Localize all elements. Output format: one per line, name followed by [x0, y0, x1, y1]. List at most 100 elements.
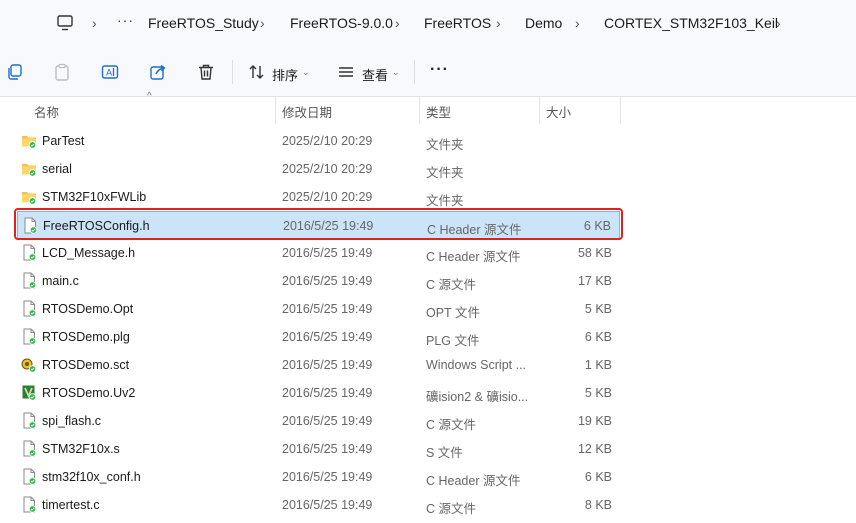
file-size: 5 KB — [584, 302, 612, 316]
file-row[interactable]: ParTest 2025/2/10 20:29 文件夹 — [17, 127, 620, 155]
file-type: PLG 文件 — [426, 334, 480, 348]
file-row[interactable]: RTOSDemo.sct 2016/5/25 19:49 Windows Scrip… — [17, 351, 620, 379]
this-pc-icon[interactable] — [56, 14, 74, 32]
file-row[interactable]: stm32f10x_conf.h 2016/5/25 19:49 C Header … — [17, 463, 620, 491]
chevron-right-icon[interactable]: › — [92, 15, 97, 31]
column-name[interactable]: 名称 — [34, 102, 59, 121]
chevron-right-icon[interactable]: › — [260, 15, 265, 31]
file-type: C 源文件 — [426, 278, 477, 292]
file-row[interactable]: RTOSDemo.Uv2 2016/5/25 19:49 礦ision2 & 礦is… — [17, 379, 620, 407]
column-size[interactable]: 大小 — [546, 102, 571, 121]
chevron-right-icon[interactable]: › — [496, 15, 501, 31]
file-row[interactable]: STM32F10xFWLib 2025/2/10 20:29 文件夹 — [17, 183, 620, 211]
file-row[interactable]: serial 2025/2/10 20:29 文件夹 — [17, 155, 620, 183]
file-name: stm32f10x_conf.h — [42, 470, 141, 484]
file-name: spi_flash.c — [42, 414, 102, 428]
file-name: LCD_Message.h — [42, 246, 136, 260]
command-bar: A 排序 ⌄ 查看 ⌄ ··· — [0, 47, 856, 97]
breadcrumb-item[interactable]: Demo — [525, 15, 562, 31]
file-type: OPT 文件 — [426, 306, 480, 320]
toolbar-divider — [232, 60, 233, 84]
sort-ascending-icon: ^ — [147, 91, 152, 102]
file-size: 12 KB — [577, 442, 612, 456]
file-date: 2016/5/25 19:49 — [282, 358, 373, 372]
file-date: 2016/5/25 19:49 — [282, 386, 373, 400]
more-options-button[interactable]: ··· — [430, 61, 449, 79]
column-divider[interactable] — [275, 97, 276, 124]
file-name: main.c — [42, 274, 79, 288]
file-row[interactable]: RTOSDemo.Opt 2016/5/25 19:49 OPT 文件 5 KB — [17, 295, 620, 323]
file-type: Windows Script ... — [426, 358, 527, 372]
rename-icon[interactable]: A — [101, 63, 119, 81]
file-date: 2016/5/25 19:49 — [282, 302, 373, 316]
file-name: RTOSDemo.plg — [42, 330, 130, 344]
sort-icon[interactable] — [248, 63, 266, 81]
file-type: C 源文件 — [426, 418, 477, 432]
breadcrumb-item[interactable]: FreeRTOS — [424, 15, 491, 31]
file-date: 2016/5/25 19:49 — [282, 274, 373, 288]
file-type: C Header 源文件 — [426, 474, 521, 488]
view-button[interactable]: 查看 — [362, 65, 388, 84]
file-name: RTOSDemo.Opt — [42, 302, 134, 316]
chevron-right-icon[interactable]: › — [395, 15, 400, 31]
file-row[interactable]: timertest.c 2016/5/25 19:49 C 源文件 8 KB — [17, 491, 620, 519]
breadcrumb-item[interactable]: CORTEX_STM32F103_Keil — [604, 15, 778, 31]
column-date[interactable]: 修改日期 — [282, 102, 332, 121]
file-row[interactable]: spi_flash.c 2016/5/25 19:49 C 源文件 19 KB — [17, 407, 620, 435]
column-header: ^ 名称 修改日期 类型 大小 — [0, 91, 856, 124]
file-size: 1 KB — [584, 358, 612, 372]
file-date: 2016/5/25 19:49 — [282, 330, 373, 344]
file-date: 2025/2/10 20:29 — [282, 162, 373, 176]
file-name: RTOSDemo.sct — [42, 358, 130, 372]
file-size: 5 KB — [584, 386, 612, 400]
toolbar-divider — [414, 60, 415, 84]
file-row[interactable]: RTOSDemo.plg 2016/5/25 19:49 PLG 文件 6 KB — [17, 323, 620, 351]
file-name: ParTest — [42, 134, 85, 148]
chevron-right-icon[interactable]: › — [575, 15, 580, 31]
paste-icon[interactable] — [53, 63, 71, 81]
file-size: 58 KB — [577, 246, 612, 260]
file-date: 2016/5/25 19:49 — [282, 414, 373, 428]
file-type: S 文件 — [426, 446, 463, 460]
chevron-down-icon[interactable]: ⌄ — [392, 67, 400, 78]
address-bar: › ··· › › › › › FreeRTOS_Study FreeRTOS-… — [0, 0, 856, 47]
share-icon[interactable] — [149, 63, 167, 81]
breadcrumb-item[interactable]: FreeRTOS_Study — [148, 15, 259, 31]
file-name: RTOSDemo.Uv2 — [42, 386, 136, 400]
file-size: 8 KB — [584, 498, 612, 512]
file-date: 2016/5/25 19:49 — [282, 442, 373, 456]
file-type: C 源文件 — [426, 502, 477, 516]
breadcrumb-overflow[interactable]: ··· — [117, 12, 134, 28]
sort-button[interactable]: 排序 — [272, 65, 298, 84]
column-divider[interactable] — [539, 97, 540, 124]
file-size: 6 KB — [584, 470, 612, 484]
view-icon[interactable] — [337, 63, 355, 81]
column-divider[interactable] — [419, 97, 420, 124]
file-row[interactable]: main.c 2016/5/25 19:49 C 源文件 17 KB — [17, 267, 620, 295]
file-name: STM32F10x.s — [42, 442, 120, 456]
highlight-box — [14, 208, 623, 240]
file-type: 文件夹 — [426, 138, 464, 152]
svg-text:A: A — [106, 69, 113, 79]
file-row[interactable]: STM32F10x.s 2016/5/25 19:49 S 文件 12 KB — [17, 435, 620, 463]
file-name: STM32F10xFWLib — [42, 190, 147, 204]
file-type: 文件夹 — [426, 194, 464, 208]
breadcrumb-item[interactable]: FreeRTOS-9.0.0 — [290, 15, 393, 31]
column-divider[interactable] — [620, 97, 621, 124]
file-name: serial — [42, 162, 72, 176]
column-type[interactable]: 类型 — [426, 102, 451, 121]
chevron-down-icon[interactable]: ⌄ — [302, 67, 310, 78]
file-size: 6 KB — [584, 330, 612, 344]
file-size: 19 KB — [577, 414, 612, 428]
file-date: 2016/5/25 19:49 — [282, 498, 373, 512]
file-type: 礦ision2 & 礦isio... — [426, 390, 529, 404]
copy-icon[interactable] — [6, 63, 24, 81]
file-type: 文件夹 — [426, 166, 464, 180]
file-date: 2025/2/10 20:29 — [282, 134, 373, 148]
file-row[interactable]: LCD_Message.h 2016/5/25 19:49 C Header 源文件… — [17, 239, 620, 267]
file-name: timertest.c — [42, 498, 100, 512]
file-size: 17 KB — [577, 274, 612, 288]
file-date: 2025/2/10 20:29 — [282, 190, 373, 204]
delete-icon[interactable] — [197, 63, 215, 81]
file-date: 2016/5/25 19:49 — [282, 470, 373, 484]
